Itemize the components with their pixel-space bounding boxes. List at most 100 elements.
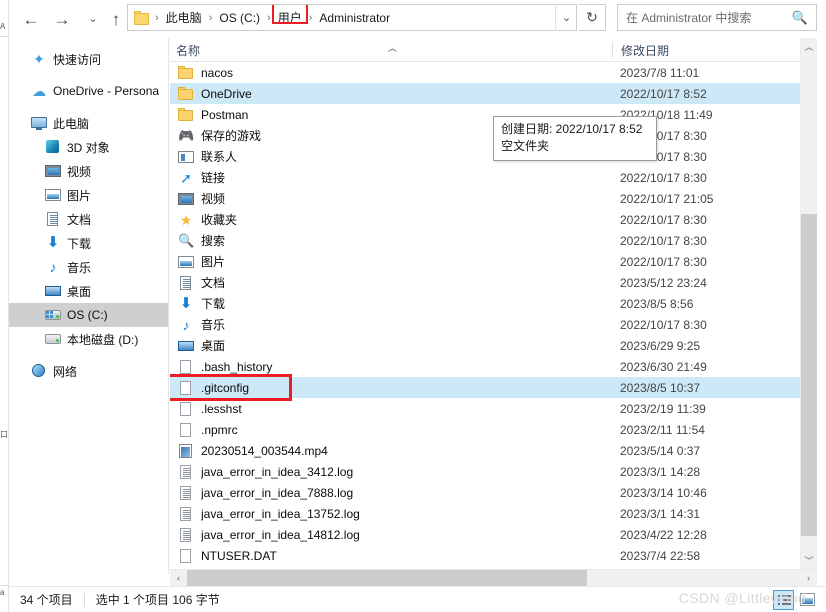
edge-fragment-mid: 口 — [0, 430, 8, 439]
folder-icon — [178, 65, 194, 81]
edge-fragment-top: A — [0, 22, 6, 31]
documents-icon — [45, 211, 61, 227]
file-name: java_error_in_idea_14812.log — [201, 527, 360, 542]
favorites-star-icon: ★ — [179, 211, 193, 228]
table-row[interactable]: .lesshst 2023/2/19 11:39 — [170, 398, 800, 419]
vertical-scrollbar-thumb[interactable] — [801, 214, 817, 536]
table-row[interactable]: ★ 收藏夹 2022/10/17 8:30 — [170, 209, 800, 230]
log-file-icon — [178, 485, 194, 501]
breadcrumb-item-os-c[interactable]: OS (C:) — [217, 10, 262, 26]
videos-icon — [178, 191, 194, 207]
table-row[interactable]: nacos 2023/7/8 11:01 — [170, 62, 800, 83]
sidebar-item-local-disk-d[interactable]: 本地磁盘 (D:) — [9, 327, 168, 351]
table-row[interactable]: 🔍 搜索 2022/10/17 8:30 — [170, 230, 800, 251]
table-row[interactable]: 20230514_003544.mp4 2023/5/14 0:37 — [170, 440, 800, 461]
sidebar-item-os-c[interactable]: OS (C:) — [9, 303, 168, 327]
3d-objects-icon — [45, 139, 61, 155]
address-dropdown-button[interactable]: ⌄ — [555, 4, 577, 31]
address-bar[interactable]: › 此电脑 › OS (C:) › 用户 › Administrator — [127, 4, 577, 31]
sidebar-item-3d-objects[interactable]: 3D 对象 — [9, 135, 168, 159]
table-row[interactable]: java_error_in_idea_14812.log 2023/4/22 1… — [170, 524, 800, 545]
scroll-right-button[interactable]: › — [800, 570, 817, 586]
table-row[interactable]: ⬇ 下载 2023/8/5 8:56 — [170, 293, 800, 314]
file-date: 2022/10/17 8:30 — [620, 170, 707, 185]
search-input[interactable]: 在 Administrator 中搜索 — [626, 9, 792, 26]
table-row[interactable]: OneDrive 2022/10/17 8:52 — [170, 83, 800, 104]
column-header-date-modified[interactable]: 修改日期 — [612, 42, 669, 58]
links-icon: ➚ — [180, 169, 192, 186]
file-date: 2023/3/1 14:28 — [620, 464, 701, 479]
pin-star-icon: ✦ — [33, 51, 45, 67]
sidebar-item-network[interactable]: 网络 — [9, 359, 168, 383]
table-row[interactable]: 🎮 保存的游戏 2022/10/17 8:30 — [170, 125, 800, 146]
table-row[interactable]: java_error_in_idea_3412.log 2023/3/1 14:… — [170, 461, 800, 482]
details-view-button[interactable] — [773, 590, 794, 610]
breadcrumb-separator: › — [267, 11, 271, 24]
file-name: java_error_in_idea_3412.log — [201, 464, 354, 479]
table-row[interactable]: ➚ 链接 2022/10/17 8:30 — [170, 167, 800, 188]
refresh-button[interactable]: ↻ — [579, 4, 606, 31]
file-list[interactable]: nacos 2023/7/8 11:01 OneDrive 2022/10/17… — [170, 62, 800, 569]
table-row[interactable]: java_error_in_idea_13752.log 2023/3/1 14… — [170, 503, 800, 524]
file-name: nacos — [201, 65, 234, 80]
table-row[interactable]: java_error_in_idea_7888.log 2023/3/14 10… — [170, 482, 800, 503]
status-item-count: 34 个项目 — [20, 593, 73, 607]
horizontal-scrollbar[interactable]: ‹ › — [170, 569, 817, 586]
sidebar-item-label: 文档 — [67, 212, 92, 227]
file-date: 2022/10/17 8:52 — [620, 86, 707, 101]
sidebar-item-onedrive[interactable]: ☁ OneDrive - Persona — [9, 79, 168, 103]
table-row[interactable]: .bash_history 2023/6/30 21:49 — [170, 356, 800, 377]
log-file-icon — [178, 506, 194, 522]
sidebar-item-this-pc[interactable]: 此电脑 — [9, 111, 168, 135]
sidebar-item-downloads[interactable]: ⬇ 下载 — [9, 231, 168, 255]
sidebar-item-pictures[interactable]: 图片 — [9, 183, 168, 207]
breadcrumb-item-this-pc[interactable]: 此电脑 — [164, 8, 204, 27]
horizontal-scrollbar-thumb[interactable] — [187, 570, 587, 586]
table-row[interactable]: ♪ 音乐 2022/10/17 8:30 — [170, 314, 800, 335]
table-row[interactable]: 桌面 2023/6/29 9:25 — [170, 335, 800, 356]
status-selection-info: 选中 1 个项目 106 字节 — [95, 593, 220, 607]
table-row[interactable]: NTUSER.DAT 2023/7/4 22:58 — [170, 545, 800, 566]
file-name: 链接 — [201, 171, 226, 185]
file-date: 2022/10/17 8:30 — [620, 212, 707, 227]
sidebar-item-music[interactable]: ♪ 音乐 — [9, 255, 168, 279]
table-row[interactable]: 视频 2022/10/17 21:05 — [170, 188, 800, 209]
forward-button[interactable]: → — [49, 6, 75, 32]
table-row[interactable]: Postman 2022/10/18 11:49 — [170, 104, 800, 125]
sidebar-item-videos[interactable]: 视频 — [9, 159, 168, 183]
search-icon: 🔍 — [791, 9, 808, 25]
file-date: 2023/2/19 11:39 — [620, 401, 706, 416]
sidebar-item-documents[interactable]: 文档 — [9, 207, 168, 231]
file-name: java_error_in_idea_7888.log — [201, 485, 354, 500]
scroll-down-button[interactable]: ﹀ — [801, 552, 817, 569]
navigation-pane[interactable]: ✦ 快速访问 ☁ OneDrive - Persona 此电脑 3D 对象 视频… — [9, 38, 169, 574]
table-row[interactable]: .gitconfig 2023/8/5 10:37 — [170, 374, 800, 401]
sidebar-item-label: OS (C:) — [67, 308, 108, 322]
file-blank-icon — [178, 359, 194, 375]
sidebar-item-desktop[interactable]: 桌面 — [9, 279, 168, 303]
table-row[interactable]: .npmrc 2023/2/11 11:54 — [170, 419, 800, 440]
scroll-left-button[interactable]: ‹ — [170, 570, 187, 586]
local-disk-icon — [45, 331, 61, 347]
file-name: 文档 — [201, 276, 226, 290]
sidebar-item-label: 此电脑 — [53, 116, 90, 131]
vertical-scrollbar[interactable]: ︿ ﹀ — [800, 38, 817, 569]
file-name: OneDrive — [201, 86, 252, 101]
sidebar-item-quick-access[interactable]: ✦ 快速访问 — [9, 47, 168, 71]
back-button[interactable]: ← — [18, 6, 44, 32]
large-icons-view-button[interactable] — [797, 590, 818, 610]
breadcrumb-item-administrator[interactable]: Administrator — [317, 10, 392, 26]
column-header-row: 名称 ︿ 修改日期 — [170, 38, 800, 62]
table-row[interactable]: 文档 2023/5/12 23:24 — [170, 272, 800, 293]
scroll-up-button[interactable]: ︿ — [801, 38, 817, 55]
folder-icon — [178, 86, 194, 102]
search-box[interactable]: 在 Administrator 中搜索 🔍 — [617, 4, 817, 31]
table-row[interactable]: 图片 2022/10/17 8:30 — [170, 251, 800, 272]
file-date: 2022/10/17 8:30 — [620, 254, 707, 269]
table-row[interactable]: 联系人 2022/10/17 8:30 — [170, 146, 800, 167]
column-header-name[interactable]: 名称 — [176, 42, 200, 59]
desktop-icon — [178, 338, 194, 354]
up-button[interactable]: ↑ — [103, 6, 129, 32]
view-mode-buttons[interactable] — [773, 590, 818, 610]
breadcrumb-item-users-highlighted[interactable]: 用户 — [271, 5, 308, 27]
